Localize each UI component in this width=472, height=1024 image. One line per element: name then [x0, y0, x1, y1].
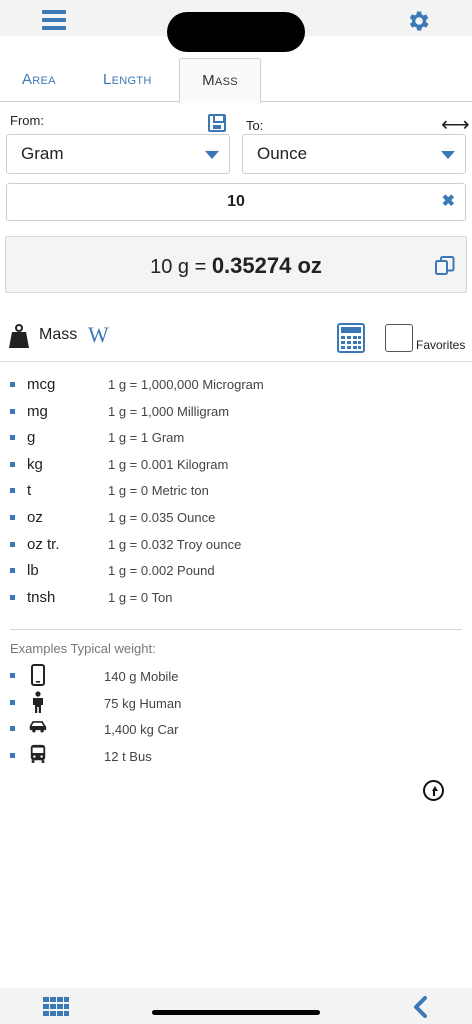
home-indicator	[152, 1010, 320, 1015]
copy-icon[interactable]	[434, 255, 456, 277]
result-box: 10 g = 0.35274 oz	[5, 236, 467, 293]
unit-conversion: 1 g = 0 Ton	[108, 589, 173, 605]
unit-row[interactable]: t 1 g = 0 Metric ton	[0, 478, 472, 505]
bullet-icon	[10, 541, 15, 547]
tab-area[interactable]: Area	[22, 58, 56, 102]
unit-conversion: 1 g = 1 Gram	[108, 430, 185, 446]
bullet-icon	[10, 408, 15, 414]
menu-icon[interactable]	[42, 10, 66, 30]
category-label: Mass	[39, 326, 78, 343]
bullet-icon	[10, 568, 15, 574]
value-input-text: 10	[227, 193, 245, 210]
camera-notch	[167, 12, 305, 52]
unit-row[interactable]: mcg 1 g = 1,000,000 Microgram	[0, 372, 472, 399]
unit-row[interactable]: kg 1 g = 0.001 Kilogram	[0, 452, 472, 479]
unit-conversion: 1 g = 0.001 Kilogram	[108, 456, 229, 472]
favorites-checkbox[interactable]	[385, 324, 413, 352]
divider	[10, 629, 462, 630]
result-value: 0.35274 oz	[211, 253, 322, 278]
gear-icon[interactable]	[405, 8, 431, 34]
unit-abbr: t	[27, 482, 32, 500]
unit-conversion: 1 g = 0.002 Pound	[108, 563, 215, 579]
unit-conversion: 1 g = 0.035 Ounce	[108, 509, 216, 525]
unit-row[interactable]: tnsh 1 g = 0 Ton	[0, 585, 472, 612]
bullet-icon	[10, 488, 15, 494]
to-label: To:	[246, 118, 264, 133]
scroll-to-top-icon[interactable]	[423, 780, 444, 801]
human-icon	[29, 691, 47, 713]
example-text: 140 g Mobile	[104, 669, 179, 684]
favorites-label: Favorites	[416, 338, 466, 352]
example-text: 75 kg Human	[104, 695, 182, 711]
unit-abbr: mcg	[27, 376, 56, 393]
examples-title: Examples Typical weight:	[10, 641, 156, 656]
examples-list: 140 g Mobile 75 kg Human 1,400 kg Car 12 t …	[0, 663, 472, 770]
unit-abbr: tnsh	[27, 588, 56, 606]
unit-abbr: oz	[27, 508, 43, 526]
unit-row[interactable]: mg 1 g = 1,000 Milligram	[0, 399, 472, 426]
from-unit-value: Gram	[21, 144, 64, 163]
clear-icon[interactable]: ✖	[442, 184, 455, 220]
from-unit-select[interactable]: Gram	[6, 134, 230, 174]
to-unit-select[interactable]: Ounce	[242, 134, 466, 174]
category-header: Mass W Favorites	[0, 318, 472, 362]
example-text: 1,400 kg Car	[104, 722, 179, 738]
from-label: From:	[10, 113, 44, 128]
bullet-icon	[10, 435, 15, 441]
unit-row[interactable]: g 1 g = 1 Gram	[0, 425, 472, 452]
example-row: 140 g Mobile	[0, 663, 472, 690]
grid-icon[interactable]	[43, 997, 69, 1017]
unit-abbr: lb	[27, 562, 39, 580]
unit-conversion: 1 g = 0.032 Troy ounce	[108, 536, 242, 552]
bottom-bar	[0, 988, 472, 1024]
bullet-icon	[10, 594, 15, 600]
bus-icon	[29, 744, 47, 766]
bullet-icon	[10, 753, 15, 759]
tab-mass[interactable]: Mass	[179, 58, 261, 103]
example-row: 1,400 kg Car	[0, 716, 472, 743]
unit-abbr: oz tr.	[27, 535, 60, 553]
to-unit-value: Ounce	[257, 144, 308, 163]
wikipedia-icon[interactable]: W	[88, 322, 109, 348]
bullet-icon	[10, 673, 15, 678]
example-row: 12 t Bus	[0, 743, 472, 770]
bullet-icon	[10, 699, 15, 705]
value-input[interactable]: 10 ✖	[6, 183, 466, 221]
unit-row[interactable]: oz tr. 1 g = 0.032 Troy ounce	[0, 532, 472, 559]
unit-conversion: 1 g = 0 Metric ton	[108, 483, 209, 499]
save-icon[interactable]	[208, 114, 226, 132]
example-row: 75 kg Human	[0, 690, 472, 717]
category-tabs: Area Length Mass	[0, 58, 472, 103]
unit-conversion: 1 g = 1,000,000 Microgram	[108, 377, 264, 392]
unit-abbr: g	[27, 429, 36, 447]
chevron-down-icon	[441, 151, 455, 159]
tab-length[interactable]: Length	[103, 58, 152, 102]
bullet-icon	[10, 514, 15, 520]
back-chevron-icon[interactable]	[412, 996, 428, 1018]
calculator-icon[interactable]	[337, 323, 365, 353]
example-text: 12 t Bus	[104, 749, 152, 765]
weight-icon	[9, 324, 29, 348]
bullet-icon	[10, 382, 15, 387]
car-icon	[29, 717, 47, 739]
bullet-icon	[10, 461, 15, 467]
unit-row[interactable]: oz 1 g = 0.035 Ounce	[0, 505, 472, 532]
result-prefix: 10 g =	[150, 256, 212, 278]
chevron-down-icon	[205, 151, 219, 159]
unit-list: mcg 1 g = 1,000,000 Microgram mg 1 g = 1,00…	[0, 372, 472, 611]
bullet-icon	[10, 726, 15, 732]
unit-abbr: kg	[27, 455, 43, 473]
unit-abbr: mg	[27, 402, 48, 420]
unit-row[interactable]: lb 1 g = 0.002 Pound	[0, 558, 472, 585]
unit-conversion: 1 g = 1,000 Milligram	[108, 403, 230, 419]
mobile-phone-icon	[29, 664, 47, 686]
